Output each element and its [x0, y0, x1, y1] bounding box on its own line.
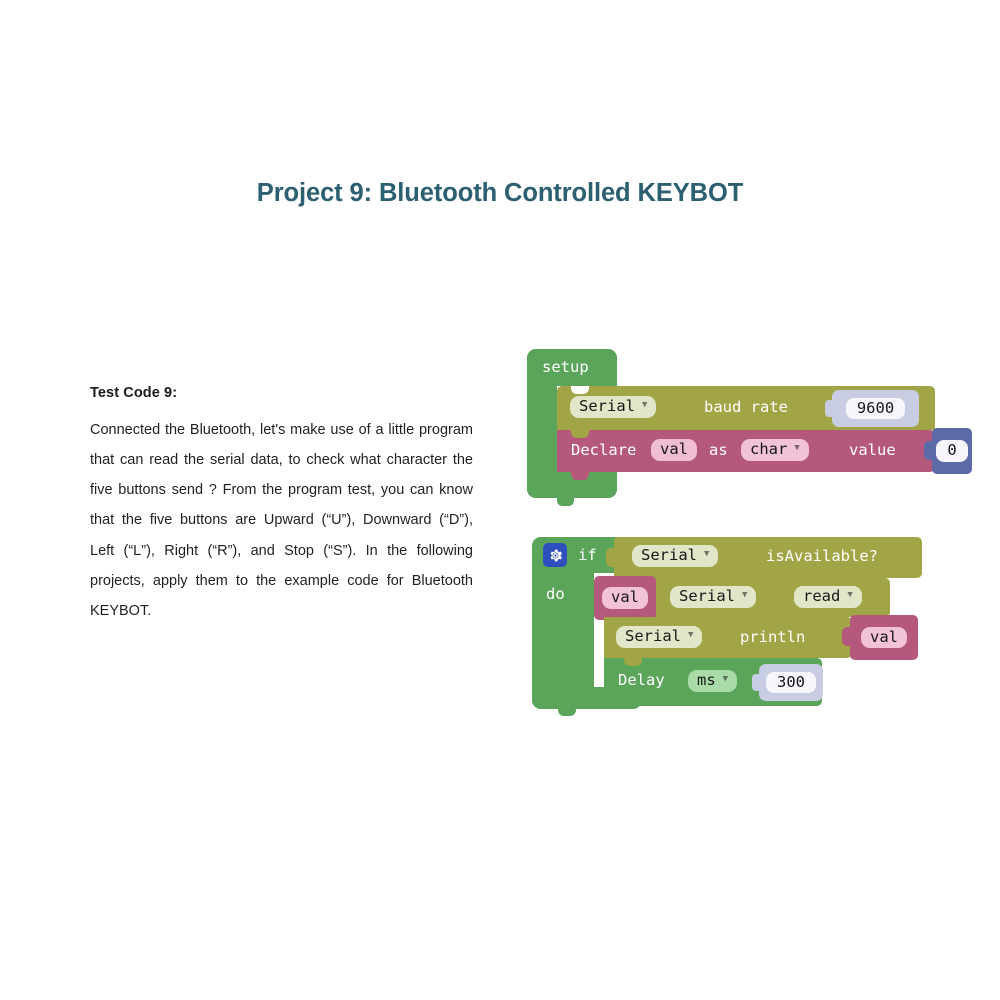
- declare-variable-name[interactable]: val: [651, 439, 697, 461]
- declare-type-dropdown[interactable]: char ▼: [741, 439, 809, 461]
- set-val-variable-name[interactable]: val: [602, 587, 648, 609]
- println-label: println: [740, 628, 806, 646]
- chevron-down-icon: ▼: [688, 630, 694, 641]
- declare-label: Declare: [571, 441, 637, 459]
- declare-value-label: value: [849, 441, 896, 459]
- chevron-down-icon: ▼: [847, 590, 853, 601]
- serial-dropdown-read[interactable]: Serial ▼: [670, 586, 757, 608]
- article-column: Test Code 9: Connected the Bluetooth, le…: [90, 385, 473, 626]
- gear-icon-button[interactable]: [543, 543, 567, 567]
- isavailable-label: isAvailable?: [766, 547, 878, 565]
- baud-row-top-notch: [571, 386, 589, 394]
- declare-as-label: as: [709, 441, 728, 459]
- body-paragraph: Connected the Bluetooth, let's make use …: [90, 422, 473, 619]
- set-variable-val-block[interactable]: val: [594, 576, 656, 628]
- section-heading: Test Code 9:: [90, 385, 178, 401]
- serial-dropdown-baud-label: Serial: [579, 397, 635, 415]
- setup-block-group[interactable]: setup Serial ▼ baud rate 9600 Declare va…: [527, 349, 977, 506]
- baud-rate-label: baud rate: [704, 398, 788, 416]
- serial-dropdown-condition[interactable]: Serial ▼: [632, 545, 719, 567]
- declare-initial-value-block[interactable]: 0: [924, 428, 972, 474]
- baud-rate-value[interactable]: 9600: [845, 397, 906, 420]
- setup-bottom-notch: [557, 498, 574, 506]
- serial-dropdown-read-label: Serial: [679, 587, 735, 605]
- println-argument-plug: [842, 627, 851, 646]
- do-label: do: [546, 585, 565, 603]
- delay-bottom-notch: [612, 698, 630, 706]
- page-title: Project 9: Bluetooth Controlled KEYBOT: [256, 179, 744, 207]
- serial-println-block[interactable]: Serial ▼ println: [604, 617, 852, 666]
- baud-value-plug: [825, 400, 833, 417]
- gear-icon: [550, 549, 562, 561]
- serial-dropdown-println[interactable]: Serial ▼: [616, 626, 703, 648]
- delay-label: Delay: [618, 671, 665, 689]
- delay-value-socket[interactable]: 300: [752, 664, 823, 701]
- read-method-label: read: [803, 587, 841, 605]
- serial-dropdown-baud[interactable]: Serial ▼: [570, 396, 657, 418]
- chevron-down-icon: ▼: [722, 674, 729, 685]
- baud-rate-value-socket[interactable]: 9600: [825, 390, 919, 427]
- serial-dropdown-condition-label: Serial: [641, 546, 697, 564]
- declare-initial-value[interactable]: 0: [936, 440, 968, 462]
- if-block-bottom-notch: [558, 707, 576, 716]
- if-label: if: [578, 546, 597, 564]
- delay-top-notch: [624, 658, 642, 666]
- delay-value-plug: [752, 674, 760, 691]
- delay-unit-label: ms: [697, 671, 716, 689]
- read-method-dropdown[interactable]: read ▼: [794, 586, 862, 608]
- serial-dropdown-println-label: Serial: [625, 627, 681, 645]
- chevron-down-icon: ▼: [742, 590, 748, 601]
- declare-value-plug: [924, 441, 933, 460]
- serial-isavailable-block[interactable]: Serial ▼ isAvailable?: [606, 537, 922, 578]
- delay-block[interactable]: Delay ms ▼ 300: [604, 658, 823, 706]
- println-argument-block[interactable]: val: [842, 615, 918, 660]
- if-block-group[interactable]: if do Serial ▼ isAvailable? Serial ▼ rea…: [532, 537, 932, 727]
- serial-baud-rate-block[interactable]: Serial ▼ baud rate 9600: [557, 386, 935, 430]
- chevron-down-icon: ▼: [794, 443, 800, 454]
- delay-value[interactable]: 300: [766, 671, 816, 694]
- delay-unit-dropdown[interactable]: ms ▼: [688, 670, 738, 692]
- println-argument-value[interactable]: val: [861, 626, 907, 649]
- declare-type-label: char: [750, 440, 788, 458]
- declare-variable-block[interactable]: Declare val as char ▼ value: [557, 430, 935, 480]
- declare-row-bottom-notch: [571, 472, 589, 480]
- if-condition-plug: [606, 548, 615, 567]
- setup-label: setup: [542, 358, 589, 376]
- chevron-down-icon: ▼: [704, 549, 710, 560]
- declare-row-top-notch: [571, 430, 589, 438]
- chevron-down-icon: ▼: [642, 400, 648, 411]
